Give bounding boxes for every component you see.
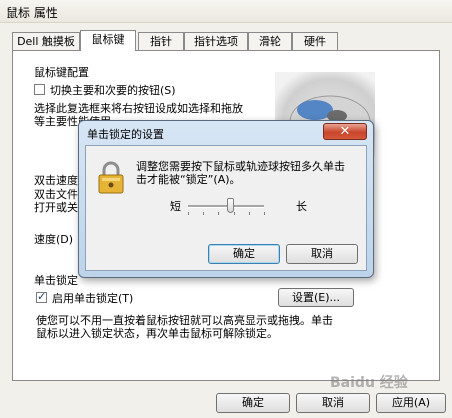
slider-tick [188,212,189,215]
dialog-body: 调整您需要按下鼠标或轨迹球按钮多久单击 击才能被“锁定”(A)。 短 长 确定 … [85,145,367,271]
tab-mouse-buttons[interactable]: 鼠标键 [80,30,136,51]
close-icon: ✕ [339,124,351,139]
tab-bar: Dell 触摸板 鼠标键 指针 指针选项 滑轮 硬件 [12,30,440,52]
slider-tick [264,212,265,215]
dialog-ok-button[interactable]: 确定 [208,244,280,264]
switch-buttons-label[interactable]: 切换主要和次要的按钮(S) [50,82,176,98]
click-lock-settings-dialog: 单击锁定的设置 ✕ 调整您需要按下鼠标或轨迹球按钮多久单击 击才能被“锁定”(A… [78,120,374,278]
double-click-desc-line2: 打开或关 [34,201,78,214]
enable-click-lock-checkbox[interactable] [36,290,47,303]
slider-tick [203,212,205,215]
dialog-cancel-button[interactable]: 取消 [286,244,358,264]
tab-pointer-options[interactable]: 指针选项 [184,32,248,50]
dialog-close-button[interactable]: ✕ [323,123,367,140]
enable-click-lock-label[interactable]: 启用单击锁定(T) [52,290,133,306]
speed-label: 速度(D) [34,233,74,246]
tab-wheel[interactable]: 滑轮 [248,32,292,50]
clicklock-time-slider-thumb[interactable] [226,198,234,213]
click-lock-desc-line2: 鼠标以进入锁定状态，再次单击鼠标可解除锁定。 [36,327,278,340]
tab-pointers[interactable]: 指针 [138,32,184,50]
watermark: Baidu 经验 [330,375,408,391]
slider-long-label: 长 [296,200,307,213]
window-titlebar[interactable]: 鼠标 属性 [0,0,452,23]
ok-button[interactable]: 确定 [216,393,290,413]
window-title: 鼠标 属性 [6,6,58,20]
slider-tick [233,212,235,215]
dialog-message-line2: 击才能被“锁定”(A)。 [136,173,241,186]
tab-dell-touchpad[interactable]: Dell 触摸板 [12,32,80,50]
cancel-button[interactable]: 取消 [296,393,370,413]
slider-tick [248,212,250,215]
slider-short-label: 短 [170,200,181,213]
button-config-title: 鼠标键配置 [34,66,89,79]
click-lock-title: 单击锁定 [34,274,78,287]
dialog-title: 单击锁定的设置 [87,128,164,141]
padlock-icon [98,161,124,194]
click-lock-settings-button[interactable]: 设置(E)... [278,288,354,307]
switch-buttons-checkbox[interactable] [34,84,45,95]
slider-tick [218,212,220,215]
tab-hardware[interactable]: 硬件 [292,32,338,50]
apply-button[interactable]: 应用(A) [376,393,446,413]
